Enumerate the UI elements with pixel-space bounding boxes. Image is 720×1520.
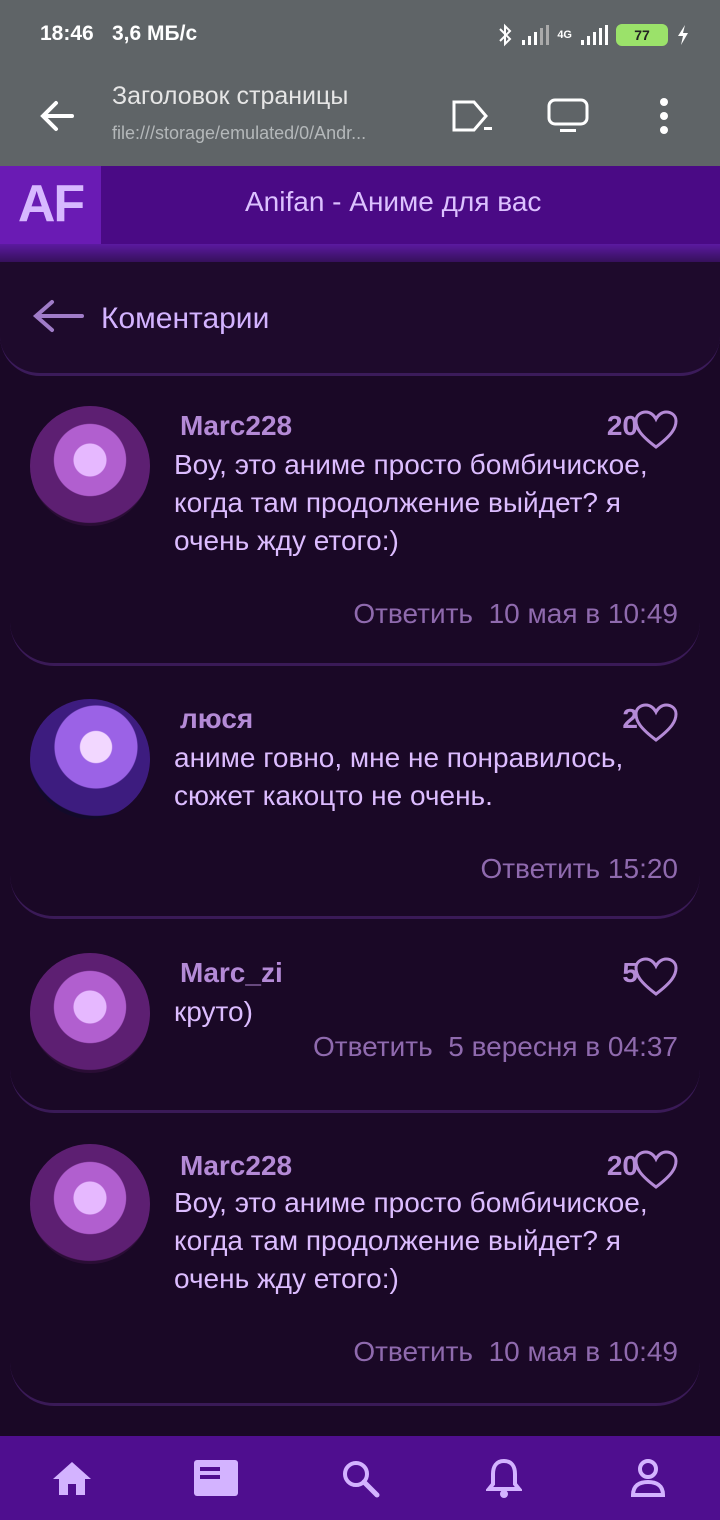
search-icon xyxy=(343,1461,380,1498)
browser-url[interactable]: file:///storage/emulated/0/Andr... xyxy=(112,123,412,144)
signal-icon xyxy=(522,25,550,45)
comments-header: Коментарии xyxy=(0,262,720,376)
back-arrow-icon[interactable] xyxy=(34,92,82,140)
back-arrow-icon[interactable] xyxy=(30,296,86,336)
nav-search[interactable] xyxy=(330,1448,390,1508)
comment-meta: Ответить 10 мая в 10:49 xyxy=(353,598,678,630)
browser-toolbar: Заголовок страницы file:///storage/emula… xyxy=(0,68,720,166)
status-icons: 4G 77 xyxy=(497,20,690,50)
comment-time: 10 мая в 10:49 xyxy=(488,1336,678,1367)
comment-item: Marc228 20 Воу, это аниме просто бомбичи… xyxy=(10,1114,700,1406)
battery-indicator: 77 xyxy=(616,24,668,46)
status-speed: 3,6 МБ/с xyxy=(112,22,198,45)
heart-icon[interactable] xyxy=(634,703,678,743)
comment-time: 5 вересня в 04:37 xyxy=(448,1031,678,1062)
home-icon xyxy=(53,1462,91,1495)
reply-button[interactable]: Ответить xyxy=(313,1031,433,1062)
comment-time: 10 мая в 10:49 xyxy=(488,598,678,629)
desktop-view-icon[interactable] xyxy=(544,92,592,140)
app-logo[interactable]: AF xyxy=(0,166,101,244)
comment-author[interactable]: Marc_zi xyxy=(180,957,283,989)
avatar[interactable] xyxy=(30,699,150,819)
nav-notifications[interactable] xyxy=(474,1448,534,1508)
avatar[interactable] xyxy=(30,953,150,1073)
comment-author[interactable]: Marc228 xyxy=(180,410,292,442)
comment-author[interactable]: Marc228 xyxy=(180,1150,292,1182)
more-options-icon[interactable] xyxy=(640,92,688,140)
status-bar: 18:46 3,6 МБ/с 4G 77 xyxy=(0,0,720,68)
charging-icon xyxy=(678,25,688,45)
comment-meta: Ответить 10 мая в 10:49 xyxy=(353,1336,678,1368)
notifications-icon xyxy=(486,1458,522,1498)
comment-text: Воу, это аниме просто бомбичиское, когда… xyxy=(174,449,648,556)
reply-button[interactable]: Ответить xyxy=(353,1336,473,1367)
network-type: 4G xyxy=(557,29,572,41)
comment-text: аниме говно, мне не понравилось, сюжет к… xyxy=(174,742,624,811)
comment-author[interactable]: люся xyxy=(180,703,253,735)
avatar[interactable] xyxy=(30,406,150,526)
heart-icon[interactable] xyxy=(634,957,678,997)
nav-profile[interactable] xyxy=(618,1448,678,1508)
comment-time: 15:20 xyxy=(607,853,678,884)
comment-text: Воу, это аниме просто бомбичиское, когда… xyxy=(174,1187,648,1294)
app-title: Anifan - Аниме для вас xyxy=(245,186,542,217)
reply-button[interactable]: Ответить xyxy=(480,853,600,884)
status-time: 18:46 xyxy=(40,22,94,45)
nav-home[interactable] xyxy=(42,1448,102,1508)
news-icon xyxy=(194,1460,238,1496)
nav-news[interactable] xyxy=(186,1448,246,1508)
bluetooth-icon xyxy=(499,23,512,47)
browser-page-title: Заголовок страницы xyxy=(112,82,349,110)
app-header: AF Anifan - Аниме для вас xyxy=(0,166,720,244)
heart-icon[interactable] xyxy=(634,410,678,450)
comment-text: круто) xyxy=(174,996,253,1027)
reply-button[interactable]: Ответить xyxy=(353,598,473,629)
share-icon[interactable] xyxy=(448,92,496,140)
comment-item: люся 2 аниме говно, мне не понравилось, … xyxy=(10,669,700,919)
profile-icon xyxy=(630,1459,666,1497)
comment-item: Marc228 20 Воу, это аниме просто бомбичи… xyxy=(10,376,700,666)
bottom-navigation xyxy=(0,1436,720,1520)
comments-title: Коментарии xyxy=(101,302,270,335)
comment-meta: Ответить 15:20 xyxy=(480,853,678,885)
comment-item: Marc_zi 5 круто) Ответить 5 вересня в 04… xyxy=(10,921,700,1113)
avatar[interactable] xyxy=(30,1144,150,1264)
comment-meta: Ответить 5 вересня в 04:37 xyxy=(313,1031,678,1063)
signal-icon-2 xyxy=(581,25,608,45)
